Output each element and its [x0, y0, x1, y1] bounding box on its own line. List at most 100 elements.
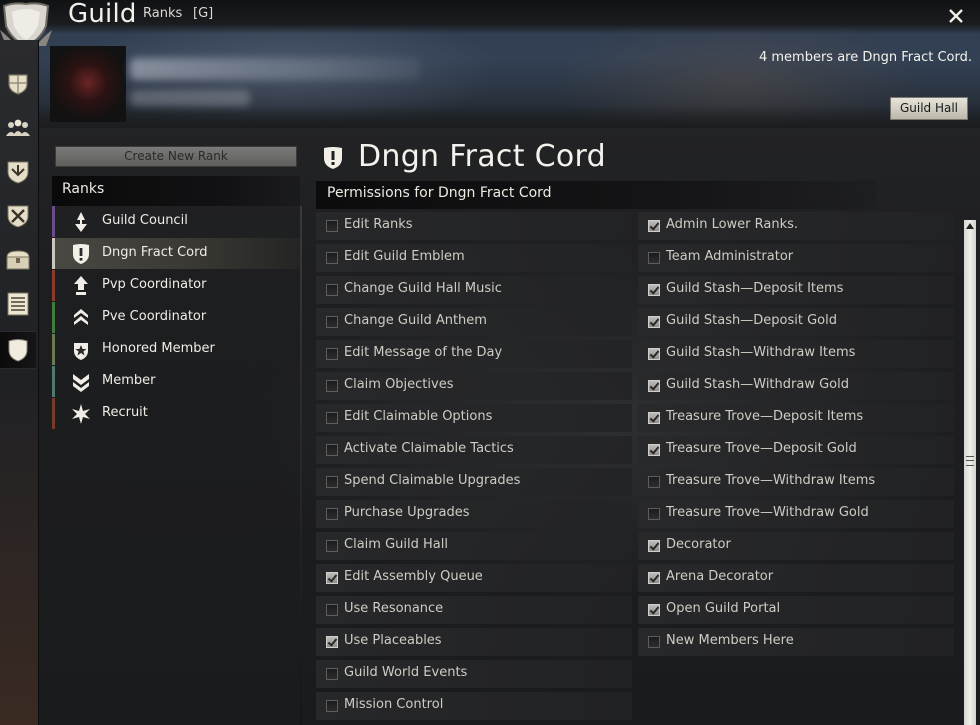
permission-checkbox[interactable]	[648, 316, 660, 328]
permission-checkbox[interactable]	[648, 444, 660, 456]
rank-item[interactable]: Guild Council	[52, 206, 300, 237]
rank-item[interactable]: Recruit	[52, 398, 300, 429]
permission-row[interactable]: Activate Claimable Tactics	[316, 436, 632, 464]
permission-checkbox[interactable]	[648, 572, 660, 584]
permission-checkbox[interactable]	[648, 636, 660, 648]
permission-checkbox[interactable]	[648, 284, 660, 296]
treasure-chest-icon	[6, 250, 30, 270]
tab-guild-tag[interactable]: [G]	[193, 6, 213, 21]
permission-row[interactable]: Treasure Trove—Deposit Gold	[638, 436, 954, 464]
shield-exclaim-rank-icon	[324, 147, 342, 169]
rank-item-label: Member	[102, 373, 156, 388]
permission-label: Claim Objectives	[344, 377, 454, 392]
permission-row[interactable]: Spend Claimable Upgrades	[316, 468, 632, 496]
permission-checkbox[interactable]	[648, 476, 660, 488]
rail-guild-shield[interactable]	[0, 66, 36, 102]
rail-treasure[interactable]	[0, 242, 36, 278]
guild-emblem-image	[50, 46, 126, 122]
permission-row[interactable]: Team Administrator	[638, 244, 954, 272]
permission-row[interactable]: Guild Stash—Withdraw Gold	[638, 372, 954, 400]
rank-color-bar	[52, 334, 55, 365]
rail-log[interactable]	[0, 286, 36, 322]
permission-row[interactable]: Claim Objectives	[316, 372, 632, 400]
permission-label: Purchase Upgrades	[344, 505, 470, 520]
permission-checkbox[interactable]	[326, 284, 338, 296]
rank-color-bar	[52, 238, 55, 269]
rank-item[interactable]: Pve Coordinator	[52, 302, 300, 333]
rank-item[interactable]: Dngn Fract Cord	[52, 238, 300, 269]
permission-label: Change Guild Hall Music	[344, 281, 502, 296]
permission-checkbox[interactable]	[648, 508, 660, 520]
permission-row[interactable]: Guild Stash—Withdraw Items	[638, 340, 954, 368]
rank-item[interactable]: Pvp Coordinator	[52, 270, 300, 301]
permission-row[interactable]: Mission Control	[316, 692, 632, 720]
permission-checkbox[interactable]	[326, 604, 338, 616]
permission-row[interactable]: Open Guild Portal	[638, 596, 954, 624]
rank-item-label: Dngn Fract Cord	[102, 245, 208, 260]
permission-checkbox[interactable]	[648, 220, 660, 232]
permission-row[interactable]: Edit Claimable Options	[316, 404, 632, 432]
close-icon[interactable]	[946, 6, 966, 26]
permission-row[interactable]: New Members Here	[638, 628, 954, 656]
permission-checkbox[interactable]	[326, 540, 338, 552]
permission-row[interactable]: Arena Decorator	[638, 564, 954, 592]
permission-checkbox[interactable]	[326, 444, 338, 456]
medal-rank-icon	[74, 343, 88, 360]
permission-checkbox[interactable]	[326, 252, 338, 264]
panel-divider	[300, 206, 302, 725]
permission-row[interactable]: Treasure Trove—Deposit Items	[638, 404, 954, 432]
permission-checkbox[interactable]	[648, 540, 660, 552]
rail-ranks[interactable]	[0, 331, 36, 369]
permission-checkbox[interactable]	[648, 252, 660, 264]
rank-item[interactable]: Member	[52, 366, 300, 397]
permission-row[interactable]: Treasure Trove—Withdraw Gold	[638, 500, 954, 528]
rail-missions[interactable]	[0, 198, 36, 234]
permission-row[interactable]: Guild World Events	[316, 660, 632, 688]
permission-row[interactable]: Treasure Trove—Withdraw Items	[638, 468, 954, 496]
permission-row[interactable]: Edit Guild Emblem	[316, 244, 632, 272]
permission-row[interactable]: Guild Stash—Deposit Items	[638, 276, 954, 304]
create-new-rank-button[interactable]: Create New Rank	[55, 146, 297, 167]
permission-row[interactable]: Admin Lower Ranks.	[638, 212, 954, 240]
scroll-up-icon[interactable]	[966, 223, 974, 229]
permission-checkbox[interactable]	[326, 700, 338, 712]
permission-row[interactable]: Purchase Upgrades	[316, 500, 632, 528]
permission-checkbox[interactable]	[648, 348, 660, 360]
permission-label: Guild Stash—Deposit Gold	[666, 313, 837, 328]
scroll-grip-icon[interactable]	[966, 456, 974, 466]
permission-checkbox[interactable]	[326, 380, 338, 392]
permission-row[interactable]: Edit Message of the Day	[316, 340, 632, 368]
guild-hall-button[interactable]: Guild Hall	[890, 97, 968, 120]
rank-item-label: Pvp Coordinator	[102, 277, 207, 292]
permission-checkbox[interactable]	[326, 636, 338, 648]
council-rank-icon	[75, 212, 87, 232]
permission-checkbox[interactable]	[326, 316, 338, 328]
permission-checkbox[interactable]	[326, 412, 338, 424]
permission-checkbox[interactable]	[326, 476, 338, 488]
rail-guild-emblem[interactable]	[0, 154, 36, 190]
permission-checkbox[interactable]	[648, 380, 660, 392]
permission-row[interactable]: Use Resonance	[316, 596, 632, 624]
permission-checkbox[interactable]	[326, 508, 338, 520]
permission-checkbox[interactable]	[326, 348, 338, 360]
permission-row[interactable]: Change Guild Hall Music	[316, 276, 632, 304]
permission-row[interactable]: Use Placeables	[316, 628, 632, 656]
permission-checkbox[interactable]	[326, 572, 338, 584]
permission-label: Treasure Trove—Withdraw Gold	[666, 505, 869, 520]
permission-label: Decorator	[666, 537, 731, 552]
permission-row[interactable]: Guild Stash—Deposit Gold	[638, 308, 954, 336]
permission-row[interactable]: Edit Ranks	[316, 212, 632, 240]
permission-checkbox[interactable]	[648, 604, 660, 616]
permission-row[interactable]: Decorator	[638, 532, 954, 560]
rank-item[interactable]: Honored Member	[52, 334, 300, 365]
permission-checkbox[interactable]	[648, 412, 660, 424]
permissions-scrollbar[interactable]	[964, 220, 976, 725]
permission-checkbox[interactable]	[326, 220, 338, 232]
tab-ranks[interactable]: Ranks	[143, 6, 182, 21]
permission-row[interactable]: Change Guild Anthem	[316, 308, 632, 336]
permission-checkbox[interactable]	[326, 668, 338, 680]
permission-row[interactable]: Claim Guild Hall	[316, 532, 632, 560]
rail-members[interactable]	[0, 110, 36, 146]
guild-nav-rail	[0, 40, 39, 725]
permission-row[interactable]: Edit Assembly Queue	[316, 564, 632, 592]
